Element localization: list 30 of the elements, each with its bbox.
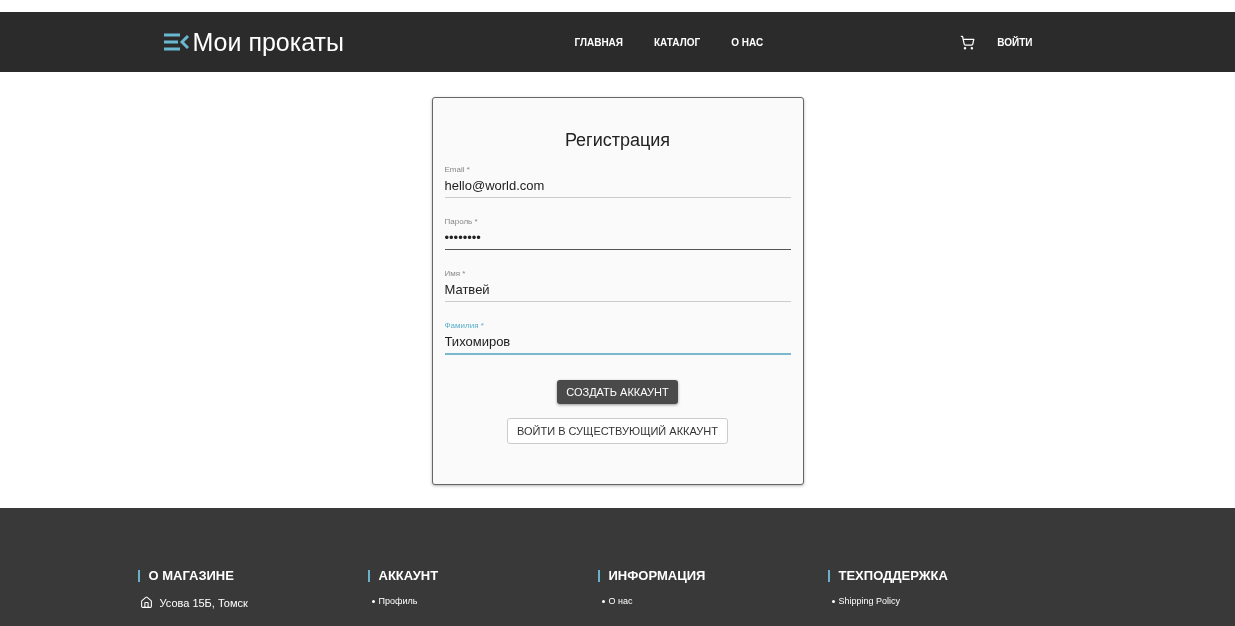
field-label: Пароль * (444, 217, 479, 226)
home-icon (139, 596, 153, 609)
menu-arrow-icon[interactable] (162, 32, 189, 52)
nav-link[interactable]: О НАС (731, 36, 764, 48)
bullet-icon (371, 599, 375, 603)
footer-link[interactable]: О нас (608, 596, 633, 606)
field-label: Имя * (444, 269, 467, 278)
field-label: Фамилия * (444, 321, 485, 330)
text-field[interactable]: Матвей (444, 282, 791, 302)
footer-heading: АККАУНТ (367, 570, 598, 582)
create-account-button[interactable]: СОЗДАТЬ АККАУНТ (557, 380, 678, 404)
form-title: Регистрация (563, 130, 672, 151)
text-field[interactable]: •••••••• (444, 230, 791, 250)
nav-link[interactable]: ГЛАВНАЯ (574, 36, 623, 48)
cart-icon[interactable] (960, 34, 976, 50)
login-link[interactable]: ВОЙТИ (997, 36, 1033, 48)
site-logo[interactable]: Мои прокаты (192, 27, 345, 57)
footer-heading: ИНФОРМАЦИЯ (597, 570, 828, 582)
bullet-icon (831, 599, 835, 603)
login-existing-button[interactable]: ВОЙТИ В СУЩЕСТВУЮЩИЙ АККАУНТ (507, 418, 728, 444)
footer-link[interactable]: Shipping Policy (838, 596, 901, 606)
footer-link[interactable]: Профиль (378, 596, 418, 606)
footer-heading: ТЕХПОДДЕРЖКА (827, 570, 1058, 582)
address-text: Усова 15Б, Томск (159, 596, 248, 609)
bullet-icon (601, 599, 605, 603)
text-field[interactable]: Тихомиров (444, 334, 791, 355)
field-label: Email * (444, 165, 471, 174)
footer-heading: О МАГАЗИНЕ (137, 570, 368, 582)
text-field[interactable]: hello@world.com (444, 178, 791, 198)
nav-link[interactable]: КАТАЛОГ (654, 36, 701, 48)
